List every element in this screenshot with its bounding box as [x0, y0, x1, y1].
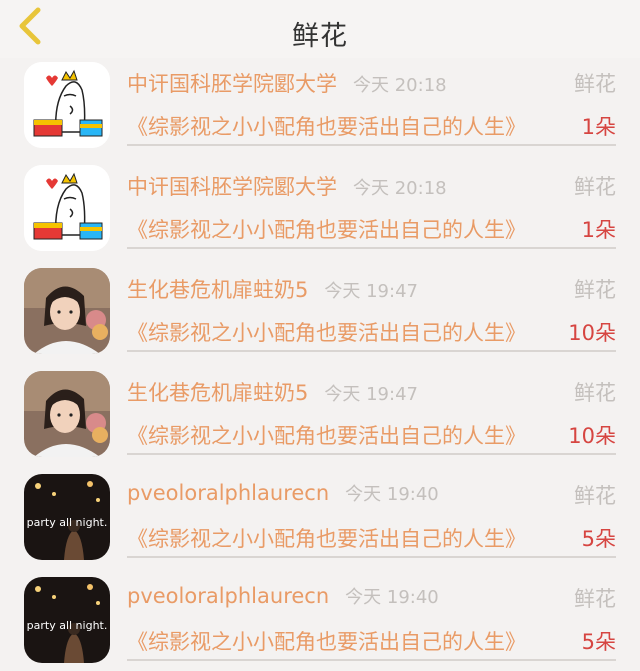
- top-bar: 鲜花: [0, 0, 640, 58]
- book-title[interactable]: 《综影视之小小配角也要活出自己的人生》: [127, 424, 526, 448]
- party-photo-icon: party all night.: [24, 577, 110, 663]
- gift-type-label: 鲜花: [574, 278, 616, 302]
- avatar[interactable]: [24, 268, 110, 354]
- divider: [127, 350, 616, 352]
- list-item[interactable]: 生化巷危机扉蛀奶5 今天 19:47 鲜花 《综影视之小小配角也要活出自己的人生》…: [0, 367, 640, 470]
- flower-count: 5朵: [581, 630, 616, 654]
- timestamp: 今天 19:40: [345, 484, 439, 505]
- sender-name[interactable]: 中讦国科胚学院郾大学: [127, 72, 337, 96]
- sender-name[interactable]: pveoloralphlaurecn: [127, 481, 329, 505]
- girl-photo-icon: [24, 371, 110, 457]
- sender-name[interactable]: pveoloralphlaurecn: [127, 584, 329, 608]
- list-item[interactable]: 生化巷危机扉蛀奶5 今天 19:47 鲜花 《综影视之小小配角也要活出自己的人生》…: [0, 264, 640, 367]
- book-title[interactable]: 《综影视之小小配角也要活出自己的人生》: [127, 630, 526, 654]
- book-title[interactable]: 《综影视之小小配角也要活出自己的人生》: [127, 527, 526, 551]
- gift-type-label: 鲜花: [574, 381, 616, 405]
- girl-photo-icon: [24, 268, 110, 354]
- divider: [127, 144, 616, 146]
- avatar[interactable]: [24, 165, 110, 251]
- gift-type-label: 鲜花: [574, 484, 616, 508]
- timestamp: 今天 19:47: [324, 281, 418, 302]
- list-item[interactable]: party all night. pveoloralphlaurecn 今天 19…: [0, 573, 640, 671]
- list-item[interactable]: party all night. pveoloralphlaurecn 今天 19…: [0, 470, 640, 573]
- flower-count: 1朵: [581, 115, 616, 139]
- flower-count: 10朵: [568, 424, 616, 448]
- timestamp: 今天 20:18: [353, 178, 447, 199]
- page-title: 鲜花: [292, 21, 348, 52]
- list-item[interactable]: 中讦国科胚学院郾大学 今天 20:18 鲜花 《综影视之小小配角也要活出自己的人生…: [0, 161, 640, 264]
- timestamp: 今天 19:47: [324, 384, 418, 405]
- sender-name[interactable]: 生化巷危机扉蛀奶5: [127, 381, 308, 405]
- gift-record-list: 中讦国科胚学院郾大学 今天 20:18 鲜花 《综影视之小小配角也要活出自己的人生…: [0, 58, 640, 671]
- sender-name[interactable]: 生化巷危机扉蛀奶5: [127, 278, 308, 302]
- cartoon-character-icon: [24, 62, 110, 148]
- list-item[interactable]: 中讦国科胚学院郾大学 今天 20:18 鲜花 《综影视之小小配角也要活出自己的人生…: [0, 58, 640, 161]
- avatar[interactable]: party all night.: [24, 577, 110, 663]
- gift-type-label: 鲜花: [574, 587, 616, 611]
- gift-type-label: 鲜花: [574, 72, 616, 96]
- flower-count: 10朵: [568, 321, 616, 345]
- timestamp: 今天 19:40: [345, 587, 439, 608]
- flower-count: 5朵: [581, 527, 616, 551]
- party-photo-icon: party all night.: [24, 474, 110, 560]
- timestamp: 今天 20:18: [353, 75, 447, 96]
- avatar-caption: party all night.: [27, 516, 108, 529]
- divider: [127, 453, 616, 455]
- divider: [127, 247, 616, 249]
- book-title[interactable]: 《综影视之小小配角也要活出自己的人生》: [127, 115, 526, 139]
- divider: [127, 556, 616, 558]
- divider: [127, 659, 616, 661]
- avatar[interactable]: party all night.: [24, 474, 110, 560]
- cartoon-character-icon: [24, 165, 110, 251]
- gift-type-label: 鲜花: [574, 175, 616, 199]
- sender-name[interactable]: 中讦国科胚学院郾大学: [127, 175, 337, 199]
- book-title[interactable]: 《综影视之小小配角也要活出自己的人生》: [127, 218, 526, 242]
- avatar-caption: party all night.: [27, 619, 108, 632]
- avatar[interactable]: [24, 62, 110, 148]
- book-title[interactable]: 《综影视之小小配角也要活出自己的人生》: [127, 321, 526, 345]
- avatar[interactable]: [24, 371, 110, 457]
- flower-count: 1朵: [581, 218, 616, 242]
